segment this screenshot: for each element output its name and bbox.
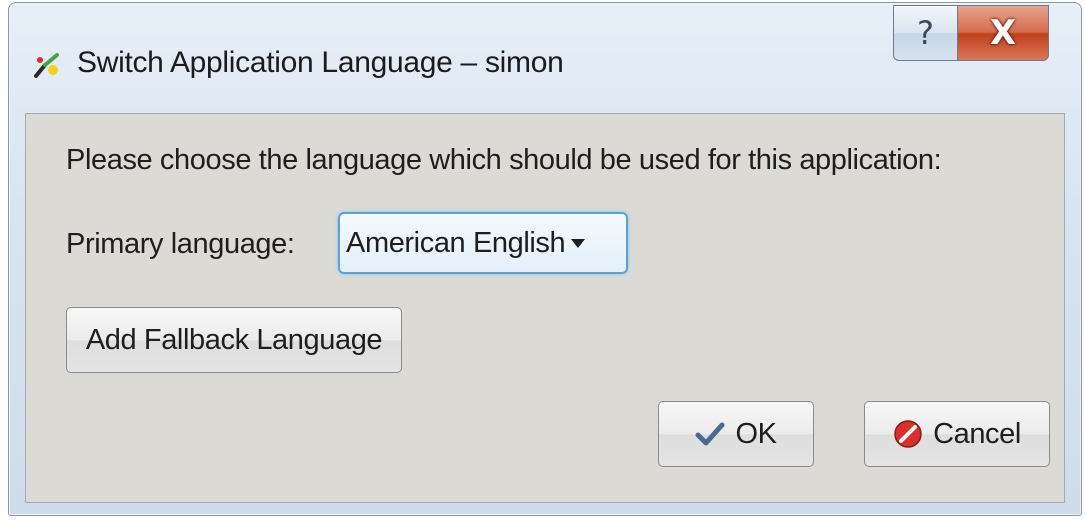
- cancel-button[interactable]: Cancel: [864, 401, 1050, 467]
- close-button[interactable]: X: [957, 5, 1049, 61]
- cancel-icon: [894, 420, 922, 448]
- primary-language-select[interactable]: American English: [338, 212, 628, 274]
- primary-language-label: Primary language:: [66, 228, 295, 260]
- simon-app-icon: [34, 53, 59, 78]
- add-fallback-language-label: Add Fallback Language: [85, 323, 383, 356]
- cancel-button-label: Cancel: [933, 417, 1021, 450]
- language-prompt: Please choose the language which should …: [66, 144, 942, 176]
- checkmark-icon: [695, 422, 725, 446]
- add-fallback-language-button[interactable]: Add Fallback Language: [66, 307, 402, 373]
- ok-button[interactable]: OK: [658, 401, 814, 467]
- dialog-window: Switch Application Language – simon ? X …: [8, 2, 1082, 516]
- chevron-down-icon: [571, 238, 586, 248]
- window-title: Switch Application Language – simon: [77, 46, 564, 79]
- ok-button-label: OK: [735, 417, 777, 450]
- help-button[interactable]: ?: [893, 5, 957, 61]
- caption-buttons: ? X: [893, 5, 1049, 61]
- dialog-content: Please choose the language which should …: [25, 113, 1065, 503]
- title-bar[interactable]: Switch Application Language – simon ? X: [9, 3, 1081, 113]
- primary-language-value: American English: [346, 226, 566, 259]
